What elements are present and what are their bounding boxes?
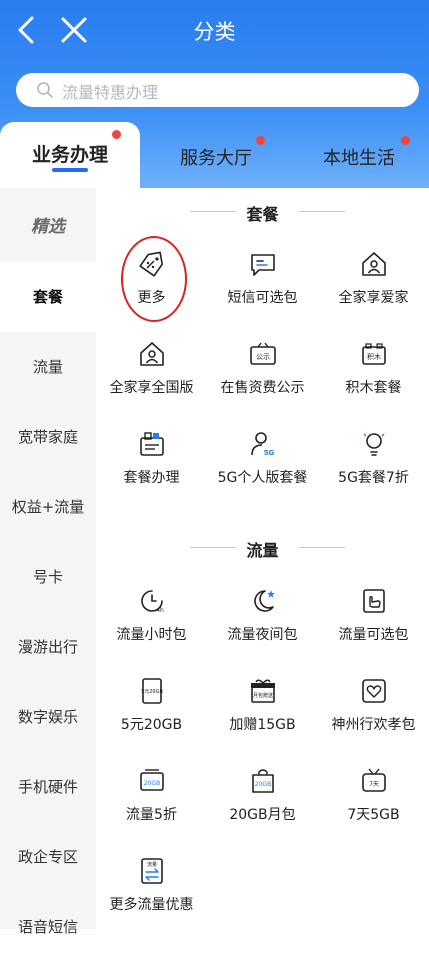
icon-text: 月包赠送 bbox=[253, 692, 273, 699]
grid-item-night-data[interactable]: 流量夜间包 bbox=[207, 587, 318, 663]
home-user-icon bbox=[140, 342, 164, 366]
grid-item-label: 5G个人版套餐 bbox=[217, 470, 308, 486]
search-icon bbox=[37, 82, 53, 98]
grid-item-label: 在售资费公示 bbox=[220, 380, 305, 396]
tab-business[interactable]: 业务办理 bbox=[0, 122, 140, 188]
grid-item-label: 神州行欢孝包 bbox=[331, 717, 416, 733]
icon-text: 公示 bbox=[256, 353, 270, 361]
grid-item-label: 全家享爱家 bbox=[338, 290, 409, 306]
grid-item-label: 全家享全国版 bbox=[109, 380, 194, 396]
grid-item-bonus-15gb[interactable]: 月包赠送 加赠15GB bbox=[207, 677, 318, 753]
divider bbox=[299, 547, 345, 548]
blocks-icon: 积木 bbox=[362, 343, 386, 365]
swap-card-icon: 流量 bbox=[141, 858, 163, 884]
highlight-circle-annotation bbox=[121, 236, 187, 322]
grid-item-label: 5G套餐7折 bbox=[338, 470, 409, 486]
grid-item-5g-discount[interactable]: 5G套餐7折 bbox=[318, 430, 429, 506]
tv-7day-icon: 7天 bbox=[362, 768, 386, 792]
sidebar-item-package[interactable]: 套餐 bbox=[0, 262, 96, 332]
sidebar-item-enterprise[interactable]: 政企专区 bbox=[0, 822, 96, 892]
user-5g-icon: 5G bbox=[251, 432, 275, 457]
moon-icon bbox=[254, 590, 275, 612]
sidebar-item-featured[interactable]: 精选 bbox=[0, 192, 96, 262]
icon-text: 7天 bbox=[369, 781, 379, 788]
grid-item-tariff-notice[interactable]: 公示 在售资费公示 bbox=[207, 340, 318, 416]
sidebar-item-sim[interactable]: 号卡 bbox=[0, 542, 96, 612]
section-title: 套餐 bbox=[246, 205, 279, 224]
grid-item-5g-personal[interactable]: 5G 5G个人版套餐 bbox=[207, 430, 318, 506]
grid-item-5yuan-20gb[interactable]: 5元20GB 5元20GB bbox=[96, 677, 207, 753]
grid-item-sms-pack[interactable]: 短信可选包 bbox=[207, 250, 318, 326]
clock-4h-icon: 4h bbox=[141, 590, 164, 614]
icon-text: 5元20GB bbox=[141, 689, 163, 695]
grid-item-label: 20GB月包 bbox=[229, 807, 296, 823]
grid-item-label: 加赠15GB bbox=[229, 717, 296, 733]
divider bbox=[299, 211, 345, 212]
package-icon bbox=[140, 432, 164, 456]
grid-item-family-national[interactable]: 全家享全国版 bbox=[96, 340, 207, 416]
grid-item-label: 流量5折 bbox=[126, 807, 177, 823]
sidebar-item-hardware[interactable]: 手机硬件 bbox=[0, 752, 96, 822]
sidebar-item-roaming[interactable]: 漫游出行 bbox=[0, 612, 96, 682]
grid-item-more-data-offers[interactable]: 流量 更多流量优惠 bbox=[96, 857, 207, 933]
notification-dot bbox=[401, 136, 410, 145]
grid-item-7day-5gb[interactable]: 7天 7天5GB bbox=[318, 767, 429, 843]
header: 分类 流量特惠办理 业务办理 服务大厅 本地生活 bbox=[0, 0, 429, 200]
grid-item-package-apply[interactable]: 套餐办理 bbox=[96, 430, 207, 506]
search-box[interactable]: 流量特惠办理 bbox=[16, 73, 419, 107]
grid-item-label: 流量可选包 bbox=[338, 627, 409, 643]
tab-service-hall[interactable]: 服务大厅 bbox=[143, 122, 289, 188]
notification-dot bbox=[256, 136, 265, 145]
grid-item-family-love[interactable]: 全家享爱家 bbox=[318, 250, 429, 326]
grid-item-hourly-data[interactable]: 4h 流量小时包 bbox=[96, 587, 207, 663]
grid-item-label: 短信可选包 bbox=[227, 290, 298, 306]
grid-item-label: 5元20GB bbox=[120, 717, 183, 733]
page-title: 分类 bbox=[193, 20, 236, 44]
grid-item-filial-package[interactable]: 神州行欢孝包 bbox=[318, 677, 429, 753]
icon-text: 5G bbox=[264, 449, 275, 457]
grid-item-label: 积木套餐 bbox=[345, 380, 402, 396]
gift-icon: 月包赠送 bbox=[251, 679, 275, 703]
grid-item-label: 7天5GB bbox=[347, 807, 400, 823]
icon-text: 20GB bbox=[144, 780, 160, 787]
data-card-icon: 5元20GB bbox=[141, 678, 163, 704]
grid-item-blocks-package[interactable]: 积木 积木套餐 bbox=[318, 340, 429, 416]
tab-label: 业务办理 bbox=[31, 144, 108, 166]
grid-item-label: 更多流量优惠 bbox=[109, 897, 194, 913]
grid-item-data-half-price[interactable]: 20GB 流量5折 bbox=[96, 767, 207, 843]
icon-text: 积木 bbox=[367, 352, 381, 361]
icon-text: 20GB bbox=[255, 781, 271, 788]
grid-item-20gb-monthly[interactable]: 20GB 20GB月包 bbox=[207, 767, 318, 843]
category-sidebar: 精选 套餐 流量 宽带家庭 权益+流量 号卡 漫游出行 数字娱乐 手机硬件 政企… bbox=[0, 188, 96, 936]
tab-label: 本地生活 bbox=[323, 148, 395, 169]
notice-board-icon: 公示 bbox=[250, 342, 276, 365]
discount-card-icon: 20GB bbox=[140, 769, 164, 791]
grid-item-label: 套餐办理 bbox=[123, 470, 180, 486]
sidebar-item-voice-sms[interactable]: 语音短信 bbox=[0, 892, 96, 962]
hand-card-icon bbox=[363, 589, 385, 613]
shopping-bag-icon: 20GB bbox=[252, 769, 274, 793]
section-header-package: 套餐 bbox=[96, 200, 429, 224]
icon-text: 流量 bbox=[147, 861, 157, 868]
grid-item-optional-data[interactable]: 流量可选包 bbox=[318, 587, 429, 663]
grid-item-label: 流量小时包 bbox=[116, 627, 187, 643]
search-input[interactable]: 流量特惠办理 bbox=[62, 79, 158, 103]
tab-label: 服务大厅 bbox=[180, 148, 252, 169]
tab-local-life[interactable]: 本地生活 bbox=[289, 122, 429, 188]
section-header-data: 流量 bbox=[96, 536, 429, 560]
grid-item-label: 流量夜间包 bbox=[227, 627, 298, 643]
sidebar-item-benefits[interactable]: 权益+流量 bbox=[0, 472, 96, 542]
lightbulb-icon bbox=[363, 433, 385, 456]
message-icon bbox=[251, 254, 275, 276]
sidebar-item-data[interactable]: 流量 bbox=[0, 332, 96, 402]
notification-dot bbox=[112, 130, 121, 139]
section-title: 流量 bbox=[246, 541, 279, 560]
sidebar-item-entertainment[interactable]: 数字娱乐 bbox=[0, 682, 96, 752]
home-user-icon bbox=[362, 252, 386, 276]
tab-bar: 业务办理 服务大厅 本地生活 bbox=[0, 122, 429, 188]
heart-card-icon bbox=[362, 679, 386, 703]
icon-text: 4h bbox=[156, 607, 164, 614]
sidebar-item-broadband[interactable]: 宽带家庭 bbox=[0, 402, 96, 472]
active-tab-indicator bbox=[52, 168, 88, 172]
